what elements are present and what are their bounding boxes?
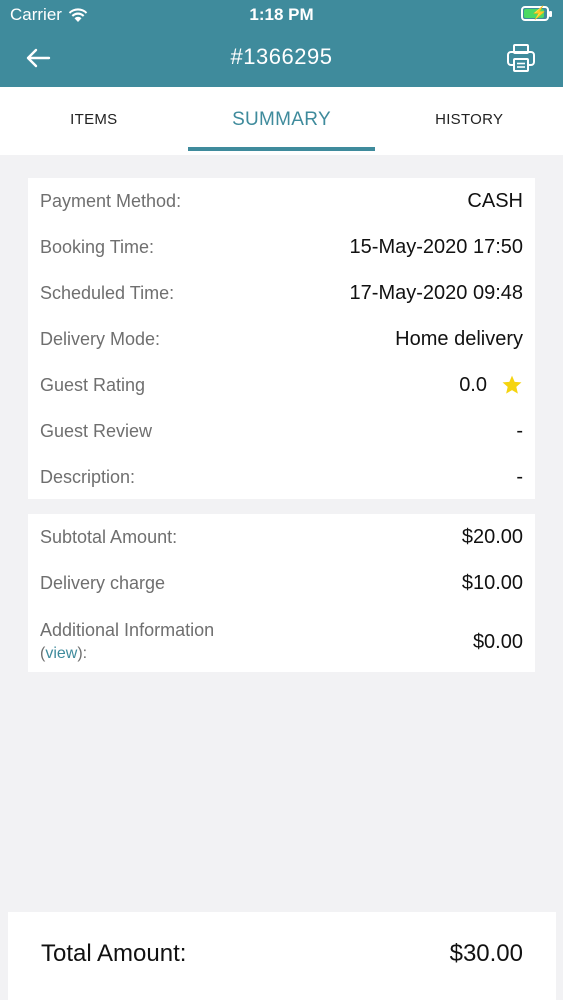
charging-bolt-icon: ⚡	[531, 5, 548, 20]
total-amount-label: Total Amount:	[41, 940, 187, 967]
tab-summary[interactable]: SUMMARY	[187, 87, 376, 155]
guest-rating-value-group: 0.0	[459, 374, 523, 397]
guest-review-row: Guest Review -	[40, 416, 523, 446]
scheduled-time-label: Scheduled Time:	[40, 282, 175, 303]
total-row: Total Amount: $30.00	[41, 940, 523, 968]
paren-close: ):	[77, 645, 88, 662]
print-button[interactable]	[503, 40, 539, 76]
view-link[interactable]: view	[45, 645, 77, 662]
additional-info-title: Additional Information	[40, 620, 215, 640]
booking-time-row: Booking Time: 15-May-2020 17:50	[40, 232, 523, 262]
navigation-bar: #1366295	[0, 30, 563, 87]
booking-time-label: Booking Time:	[40, 236, 155, 257]
order-details-card: Payment Method: CASH Booking Time: 15-Ma…	[28, 178, 535, 499]
guest-review-value: -	[516, 419, 523, 442]
printer-icon	[507, 44, 535, 72]
payment-method-row: Payment Method: CASH	[40, 186, 523, 216]
guest-review-label: Guest Review	[40, 420, 153, 441]
scheduled-time-row: Scheduled Time: 17-May-2020 09:48	[40, 278, 523, 308]
additional-info-value: $0.00	[472, 630, 523, 653]
tab-items[interactable]: ITEMS	[0, 87, 188, 155]
charges-card: Subtotal Amount: $20.00 Delivery charge …	[28, 514, 535, 672]
guest-rating-value: 0.0	[459, 373, 487, 396]
tab-history[interactable]: HISTORY	[375, 87, 563, 155]
scheduled-time-value: 17-May-2020 09:48	[349, 281, 523, 304]
guest-rating-row: Guest Rating 0.0	[40, 370, 523, 400]
status-bar: Carrier 1:18 PM ⚡	[0, 0, 563, 30]
description-row: Description: -	[40, 462, 523, 492]
payment-method-label: Payment Method:	[40, 190, 182, 211]
additional-info-label: Additional Information (view):	[40, 619, 214, 665]
star-icon	[502, 375, 522, 394]
delivery-charge-value: $10.00	[461, 571, 523, 594]
subtotal-row: Subtotal Amount: $20.00	[40, 522, 523, 552]
description-value: -	[516, 465, 523, 488]
delivery-mode-row: Delivery Mode: Home delivery	[40, 324, 523, 354]
payment-method-value: CASH	[467, 189, 523, 212]
subtotal-label: Subtotal Amount:	[40, 526, 178, 547]
status-time: 1:18 PM	[249, 5, 314, 24]
tab-bar: ITEMS SUMMARY HISTORY	[0, 87, 563, 155]
description-label: Description:	[40, 466, 136, 487]
delivery-charge-row: Delivery charge $10.00	[40, 568, 523, 598]
additional-info-row: Additional Information (view): $0.00	[40, 614, 523, 670]
order-number-title: #1366295	[230, 44, 333, 69]
subtotal-value: $20.00	[461, 525, 523, 548]
app-header: Carrier 1:18 PM ⚡ #1366295	[0, 0, 563, 87]
total-amount-value: $30.00	[449, 940, 523, 967]
delivery-mode-value: Home delivery	[395, 327, 523, 350]
battery-icon: ⚡	[521, 5, 552, 21]
guest-rating-label: Guest Rating	[40, 374, 146, 395]
delivery-mode-label: Delivery Mode:	[40, 328, 161, 349]
delivery-charge-label: Delivery charge	[40, 572, 166, 593]
booking-time-value: 15-May-2020 17:50	[349, 235, 523, 258]
total-bar: Total Amount: $30.00	[8, 912, 556, 1000]
